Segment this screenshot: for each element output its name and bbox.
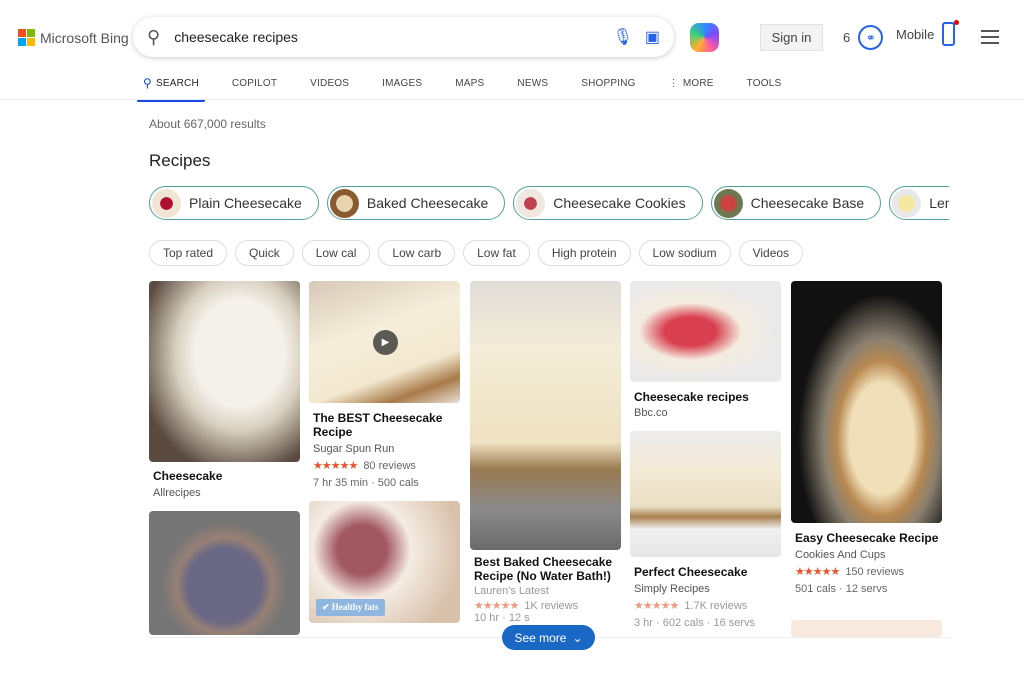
recipe-image[interactable] xyxy=(149,511,300,635)
results-count: About 667,000 results xyxy=(149,117,266,131)
recipe-meta: 501 cals · 12 servs xyxy=(795,583,888,595)
menu-icon[interactable] xyxy=(981,30,999,44)
tab-videos[interactable]: VIDEOS xyxy=(310,76,349,100)
trophy-icon: ⚭ xyxy=(858,25,884,50)
recipe-rating: ★★★★★ 80 reviews xyxy=(313,460,416,472)
recipe-source: Lauren's Latest xyxy=(474,585,549,597)
search-box: ⚲ 🎙 ▣ xyxy=(133,17,674,57)
play-icon[interactable]: ▶ xyxy=(373,330,398,355)
recipe-title[interactable]: Cheesecake xyxy=(153,469,304,483)
copilot-icon[interactable] xyxy=(690,23,719,52)
divider xyxy=(0,99,1024,100)
filter-videos[interactable]: Videos xyxy=(738,240,804,266)
recipe-meta: 10 hr · 12 s xyxy=(474,612,530,624)
tab-search[interactable]: ⚲ SEARCH xyxy=(137,76,205,102)
tab-tools[interactable]: TOOLS xyxy=(747,76,782,100)
filter-low-fat[interactable]: Low fat xyxy=(463,240,530,266)
recipe-source: Simply Recipes xyxy=(634,583,710,595)
search-icon: ⚲ xyxy=(143,76,152,90)
filter-low-carb[interactable]: Low carb xyxy=(378,240,456,266)
phone-icon xyxy=(942,20,960,46)
tab-news[interactable]: NEWS xyxy=(517,76,548,100)
filter-chips: Top rated Quick Low cal Low carb Low fat… xyxy=(149,240,804,266)
logo-text: Microsoft Bing xyxy=(40,29,129,46)
recipe-image[interactable] xyxy=(470,281,621,550)
recipe-image[interactable] xyxy=(149,281,300,462)
recipe-chips: Plain Cheesecake Baked Cheesecake Cheese… xyxy=(149,186,949,220)
recipe-meta: 7 hr 35 min · 500 cals xyxy=(313,477,419,489)
chip-thumbnail xyxy=(713,188,743,218)
search-icon[interactable]: ⚲ xyxy=(147,27,160,48)
bing-logo[interactable]: Microsoft Bing xyxy=(18,29,129,46)
chip[interactable]: Cheesecake Cookies xyxy=(513,186,703,220)
chevron-down-icon: ⌄ xyxy=(572,630,583,645)
sign-in-button[interactable]: Sign in xyxy=(760,24,823,51)
mobile-button[interactable]: Mobile xyxy=(896,20,960,46)
recipe-source: Sugar Spun Run xyxy=(313,443,395,455)
tab-copilot[interactable]: COPILOT xyxy=(232,76,277,100)
recipe-image[interactable] xyxy=(791,620,942,637)
recipe-image[interactable] xyxy=(791,281,942,523)
chip-thumbnail xyxy=(329,188,359,218)
healthy-fats-badge: ✔ Healthy fats xyxy=(316,599,385,616)
rewards-count: 6 xyxy=(843,30,851,45)
recipe-title[interactable]: Perfect Cheesecake xyxy=(634,565,785,579)
recipe-source: Bbc.co xyxy=(634,407,668,419)
recipe-meta: 3 hr · 602 cals · 16 servs xyxy=(634,617,756,629)
filter-top-rated[interactable]: Top rated xyxy=(149,240,228,266)
filter-quick[interactable]: Quick xyxy=(235,240,294,266)
microsoft-logo-icon xyxy=(18,29,35,46)
nav-tabs: ⚲ SEARCH COPILOT VIDEOS IMAGES MAPS NEWS … xyxy=(137,76,814,102)
microphone-icon[interactable]: 🎙 xyxy=(613,27,633,47)
recipe-image[interactable] xyxy=(630,281,781,382)
filter-high-protein[interactable]: High protein xyxy=(537,240,631,266)
recipe-image[interactable] xyxy=(630,431,781,557)
recipe-title[interactable]: Best Baked Cheesecake Recipe (No Water B… xyxy=(474,555,625,583)
filter-low-cal[interactable]: Low cal xyxy=(301,240,371,266)
filter-low-sodium[interactable]: Low sodium xyxy=(638,240,731,266)
recipe-source: Cookies And Cups xyxy=(795,549,886,561)
tab-maps[interactable]: MAPS xyxy=(455,76,484,100)
tab-more[interactable]: ⋮ MORE xyxy=(669,76,714,100)
recipe-title[interactable]: Easy Cheesecake Recipe xyxy=(795,531,946,545)
chip[interactable]: Cheesecake Base xyxy=(710,186,882,220)
chip-thumbnail xyxy=(516,188,546,218)
search-input[interactable] xyxy=(174,29,601,45)
tab-images[interactable]: IMAGES xyxy=(382,76,422,100)
see-more-button[interactable]: See more ⌄ xyxy=(502,625,595,650)
recipe-title[interactable]: Cheesecake recipes xyxy=(634,390,785,404)
section-title: Recipes xyxy=(149,151,211,170)
chip-thumbnail xyxy=(892,188,922,218)
mobile-label: Mobile xyxy=(896,26,935,42)
chip[interactable]: Lemon Cheesecake xyxy=(889,186,949,220)
recipe-rating: ★★★★★ 1K reviews xyxy=(474,600,579,612)
rewards[interactable]: 6 ⚭ xyxy=(843,25,884,50)
recipe-title[interactable]: The BEST Cheesecake Recipe xyxy=(313,411,464,439)
recipe-rating: ★★★★★ 150 reviews xyxy=(795,566,905,578)
more-dots-icon: ⋮ xyxy=(668,77,679,89)
chip[interactable]: Plain Cheesecake xyxy=(149,186,319,220)
recipe-rating: ★★★★★ 1.7K reviews xyxy=(634,600,748,612)
tab-shopping[interactable]: SHOPPING xyxy=(581,76,635,100)
chip-thumbnail xyxy=(152,188,181,218)
recipe-source: Allrecipes xyxy=(153,487,201,499)
chip[interactable]: Baked Cheesecake xyxy=(326,186,506,220)
visual-search-icon[interactable]: ▣ xyxy=(645,27,660,47)
